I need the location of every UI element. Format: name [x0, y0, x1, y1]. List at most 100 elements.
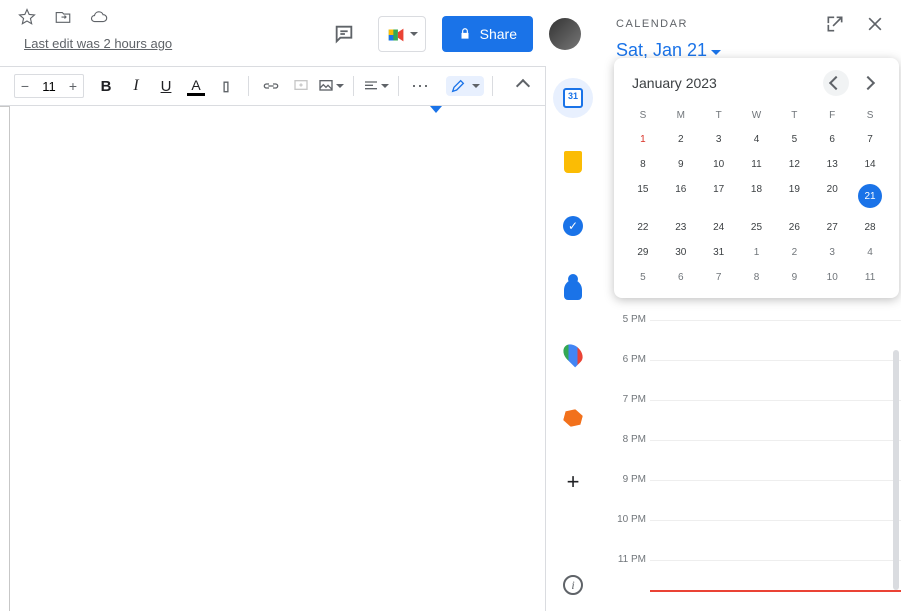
- day-cell[interactable]: 14: [851, 152, 889, 177]
- day-cell[interactable]: 26: [775, 215, 813, 240]
- next-month-button[interactable]: [855, 70, 881, 96]
- star-icon[interactable]: [18, 8, 36, 31]
- rail-contacts[interactable]: [553, 270, 593, 310]
- time-label: 10 PM: [612, 514, 646, 525]
- day-cell[interactable]: 9: [662, 152, 700, 177]
- time-label: 6 PM: [612, 354, 646, 365]
- day-timeline[interactable]: 4 PM5 PM6 PM7 PM8 PM9 PM10 PM11 PM: [600, 280, 901, 611]
- day-cell[interactable]: 6: [813, 127, 851, 152]
- collapse-toolbar-button[interactable]: [509, 72, 537, 100]
- open-in-new-icon[interactable]: [825, 14, 845, 34]
- prev-month-button[interactable]: [823, 70, 849, 96]
- time-label: 5 PM: [612, 314, 646, 325]
- font-size-decrease[interactable]: −: [15, 78, 35, 94]
- share-button[interactable]: Share: [442, 16, 533, 52]
- underline-button[interactable]: U: [152, 72, 180, 100]
- rail-tasks[interactable]: ✓: [553, 206, 593, 246]
- avatar[interactable]: [549, 18, 581, 50]
- editing-mode-button[interactable]: [446, 76, 484, 96]
- day-cell[interactable]: 8: [738, 265, 776, 290]
- dow-header: F: [813, 104, 851, 127]
- time-slot[interactable]: 5 PM: [650, 320, 901, 360]
- insert-image-button[interactable]: [317, 72, 345, 100]
- chevron-down-icon: [336, 84, 344, 88]
- month-title: January 2023: [632, 75, 717, 91]
- day-cell[interactable]: 17: [700, 177, 738, 215]
- calendar-icon: [563, 88, 583, 108]
- day-cell[interactable]: 10: [700, 152, 738, 177]
- day-cell[interactable]: 28: [851, 215, 889, 240]
- day-cell[interactable]: 3: [813, 240, 851, 265]
- day-cell[interactable]: 23: [662, 215, 700, 240]
- time-label: 9 PM: [612, 474, 646, 485]
- more-button[interactable]: ⋯: [407, 72, 435, 100]
- scrollbar[interactable]: [893, 350, 899, 590]
- day-cell[interactable]: 10: [813, 265, 851, 290]
- text-color-button[interactable]: A: [182, 72, 210, 100]
- day-cell[interactable]: 21: [851, 177, 889, 215]
- rail-calendar[interactable]: [553, 78, 593, 118]
- insert-link-button[interactable]: [257, 72, 285, 100]
- day-cell[interactable]: 18: [738, 177, 776, 215]
- day-cell[interactable]: 7: [700, 265, 738, 290]
- day-cell[interactable]: 15: [624, 177, 662, 215]
- day-cell[interactable]: 4: [851, 240, 889, 265]
- time-slot[interactable]: 7 PM: [650, 400, 901, 440]
- day-cell[interactable]: 31: [700, 240, 738, 265]
- rail-keep[interactable]: [553, 142, 593, 182]
- day-cell[interactable]: 4: [738, 127, 776, 152]
- day-cell[interactable]: 20: [813, 177, 851, 215]
- day-cell[interactable]: 16: [662, 177, 700, 215]
- day-cell[interactable]: 1: [738, 240, 776, 265]
- tab-marker-icon: [430, 106, 442, 113]
- dow-header: S: [624, 104, 662, 127]
- day-cell[interactable]: 30: [662, 240, 700, 265]
- day-cell[interactable]: 8: [624, 152, 662, 177]
- time-slot[interactable]: 9 PM: [650, 480, 901, 520]
- font-size-increase[interactable]: +: [63, 78, 83, 94]
- day-cell[interactable]: 5: [624, 265, 662, 290]
- highlight-button[interactable]: [212, 72, 240, 100]
- day-cell[interactable]: 12: [775, 152, 813, 177]
- day-cell[interactable]: 11: [738, 152, 776, 177]
- day-cell[interactable]: 5: [775, 127, 813, 152]
- rail-maps[interactable]: [553, 334, 593, 374]
- time-slot[interactable]: 8 PM: [650, 440, 901, 480]
- day-cell[interactable]: 3: [700, 127, 738, 152]
- align-button[interactable]: [362, 72, 390, 100]
- rail-addon[interactable]: [553, 398, 593, 438]
- day-cell[interactable]: 22: [624, 215, 662, 240]
- lock-icon: [458, 27, 472, 41]
- day-cell[interactable]: 13: [813, 152, 851, 177]
- time-slot[interactable]: 6 PM: [650, 360, 901, 400]
- last-edit-text[interactable]: Last edit was 2 hours ago: [24, 36, 172, 51]
- day-cell[interactable]: 29: [624, 240, 662, 265]
- comment-history-button[interactable]: [326, 16, 362, 52]
- day-cell[interactable]: 2: [775, 240, 813, 265]
- day-cell[interactable]: 27: [813, 215, 851, 240]
- day-cell[interactable]: 7: [851, 127, 889, 152]
- font-size-group: − +: [14, 74, 84, 98]
- toolbar: − + B I U A ⋯: [0, 66, 545, 106]
- bold-button[interactable]: B: [92, 72, 120, 100]
- time-slot[interactable]: 10 PM: [650, 520, 901, 560]
- close-icon[interactable]: [865, 14, 885, 34]
- rail-get-addons[interactable]: +: [553, 462, 593, 502]
- time-slot[interactable]: 11 PM: [650, 560, 901, 600]
- add-comment-button[interactable]: [287, 72, 315, 100]
- month-picker: January 2023 SMTWTFS12345678910111213141…: [614, 58, 899, 298]
- italic-button[interactable]: I: [122, 72, 150, 100]
- day-cell[interactable]: 19: [775, 177, 813, 215]
- meet-button[interactable]: [378, 16, 426, 52]
- cloud-saved-icon[interactable]: [90, 8, 108, 31]
- info-icon[interactable]: i: [563, 575, 583, 595]
- day-cell[interactable]: 1: [624, 127, 662, 152]
- day-cell[interactable]: 6: [662, 265, 700, 290]
- move-icon[interactable]: [54, 8, 72, 31]
- font-size-input[interactable]: [35, 79, 63, 94]
- day-cell[interactable]: 25: [738, 215, 776, 240]
- day-cell[interactable]: 2: [662, 127, 700, 152]
- day-cell[interactable]: 9: [775, 265, 813, 290]
- day-cell[interactable]: 11: [851, 265, 889, 290]
- day-cell[interactable]: 24: [700, 215, 738, 240]
